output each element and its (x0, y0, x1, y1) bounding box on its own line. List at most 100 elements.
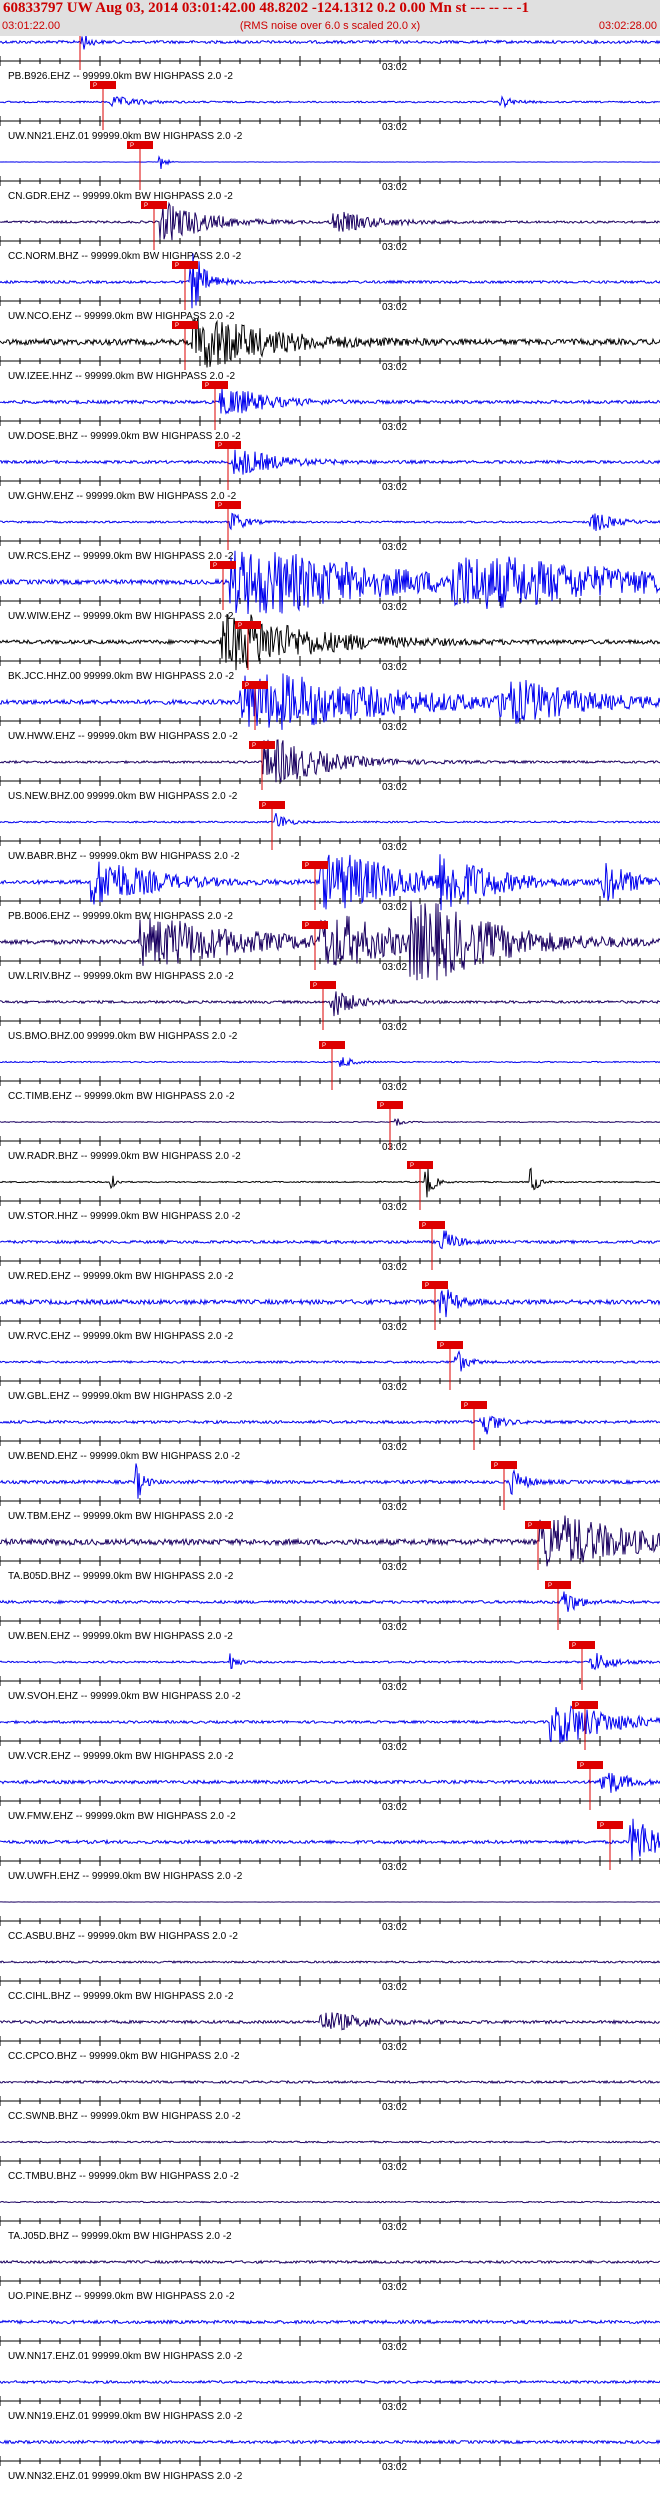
time-tick-label: 03:02 (382, 1982, 407, 1993)
trace: 03:02 CC.TMBU.BHZ -- 99999.0km BW HIGHPAS… (0, 2140, 660, 2182)
station-label: PB.B926.EHZ -- 99999.0km BW HIGHPASS 2.0… (8, 71, 233, 82)
time-tick-label: 03:02 (382, 1382, 407, 1393)
station-label: CC.TIMB.EHZ -- 99999.0km BW HIGHPASS 2.0… (8, 1091, 235, 1102)
trace: 03:02PPB.B926.EHZ -- 99999.0km BW HIGHPA… (0, 36, 660, 82)
trace: 03:02 P UW.TBM.EHZ -- 99999.0km BW HIGHPAS… (0, 1461, 660, 1522)
trace: 03:02 P UW.VCR.EHZ -- 99999.0km BW HIGHPAS… (0, 1701, 660, 1762)
station-label: UW.NN32.EHZ.01 99999.0km BW HIGHPASS 2.0… (8, 2471, 243, 2482)
station-label: US.NEW.BHZ.00 99999.0km BW HIGHPASS 2.0 … (8, 791, 238, 802)
pick-label: P (322, 1043, 326, 1049)
station-label: UW.HWW.EHZ -- 99999.0km BW HIGHPASS 2.0 … (8, 731, 238, 742)
trace: 03:02 UW.NN17.EHZ.01 99999.0km BW HIGHPAS… (0, 2319, 660, 2362)
station-label: US.BMO.BHZ.00 99999.0km BW HIGHPASS 2.0 … (8, 1031, 238, 1042)
time-tick-label: 03:02 (382, 602, 407, 613)
time-tick-label: 03:02 (382, 242, 407, 253)
station-label: UW.GHW.EHZ -- 99999.0km BW HIGHPASS 2.0 … (8, 491, 237, 502)
pick-label: P (380, 1103, 384, 1109)
pick-label: P (305, 923, 309, 929)
trace: 03:02 P UW.NCO.EHZ -- 99999.0km BW HIGHPAS… (0, 253, 660, 322)
time-tick-label: 03:02 (382, 1022, 407, 1033)
trace: 03:02 P UW.IZEE.HHZ -- 99999.0km BW HIGHPA… (0, 317, 660, 382)
pick-label: P (422, 1223, 426, 1229)
waveform (0, 1289, 660, 1318)
time-tick-label: 03:02 (382, 1922, 407, 1933)
station-label: UW.BEN.EHZ -- 99999.0km BW HIGHPASS 2.0 … (8, 1631, 233, 1642)
pick-label: P (218, 503, 222, 509)
station-label: CC.SWNB.BHZ -- 99999.0km BW HIGHPASS 2.0… (8, 2111, 241, 2122)
pick-label: P (464, 1403, 468, 1409)
pick-label: P (252, 743, 256, 749)
time-tick-label: 03:02 (382, 1682, 407, 1693)
seismogram-plot: 03:02 P PB.B926.EHZ -- 99999.0km BW HIGHPA… (0, 36, 660, 2482)
station-label: TA.B05D.BHZ -- 99999.0km BW HIGHPASS 2.0… (8, 1571, 234, 1582)
waveform (0, 1515, 660, 1567)
time-tick-label: 03:02 (382, 62, 407, 73)
station-label: UW.STOR.HHZ -- 99999.0km BW HIGHPASS 2.0… (8, 1211, 241, 1222)
time-tick-label: 03:02 (382, 962, 407, 973)
pick-label: P (205, 383, 209, 389)
waveform (0, 2319, 660, 2325)
station-label: UW.RADR.BHZ -- 99999.0km BW HIGHPASS 2.0… (8, 1151, 241, 1162)
pick-label: P (313, 983, 317, 989)
time-tick-label: 03:02 (382, 842, 407, 853)
trace: 03:02 CC.CPCO.BHZ -- 99999.0km BW HIGHPAS… (0, 2012, 660, 2062)
station-label: UW.FMW.EHZ -- 99999.0km BW HIGHPASS 2.0 … (8, 1811, 236, 1822)
trace: 03:02 P US.NEW.BHZ.00 99999.0km BW HIGHPAS… (0, 739, 660, 802)
waveform (0, 449, 660, 475)
time-tick-label: 03:02 (382, 2402, 407, 2413)
time-tick-label: 03:02 (382, 1322, 407, 1333)
station-label: UW.UWFH.EHZ -- 99999.0km BW HIGHPASS 2.0… (8, 1871, 243, 1882)
pick-label: P (494, 1463, 498, 1469)
trace: 03:02 P UW.RVC.EHZ -- 99999.0km BW HIGHPAS… (0, 1281, 660, 1342)
waveform (0, 95, 660, 109)
station-label: UW.LRIV.BHZ -- 99999.0km BW HIGHPASS 2.0… (8, 971, 234, 982)
station-label: BK.JCC.HHZ.00 99999.0km BW HIGHPASS 2.0 … (8, 671, 234, 682)
time-tick-label: 03:02 (382, 2222, 407, 2233)
station-label: UW.NCO.EHZ -- 99999.0km BW HIGHPASS 2.0 … (8, 311, 235, 322)
waveform (0, 1653, 660, 1671)
time-tick-label: 03:02 (382, 782, 407, 793)
pick-label: P (600, 1823, 604, 1829)
trace: 03:02 P BK.JCC.HHZ.00 99999.0km BW HIGHPAS… (0, 613, 660, 682)
time-tick-label: 03:02 (382, 902, 407, 913)
waveform (0, 2012, 660, 2031)
time-tick-label: 03:02 (382, 482, 407, 493)
time-tick-label: 03:02 (382, 362, 407, 373)
event-title: 60833797 UW Aug 03, 2014 03:01:42.00 48.… (3, 0, 529, 16)
waveform (0, 991, 660, 1017)
trace: 03:02 P UW.SVOH.EHZ -- 99999.0km BW HIGHPA… (0, 1641, 660, 1702)
trace: 03:02 P UW.BABR.BHZ -- 99999.0km BW HIGHPA… (0, 801, 660, 862)
time-tick-label: 03:02 (382, 1142, 407, 1153)
time-tick-label: 03:02 (382, 662, 407, 673)
waveform (0, 1705, 660, 1743)
time-tick-label: 03:02 (382, 182, 407, 193)
trace: 03:02 P UW.RCS.EHZ -- 99999.0km BW HIGHPAS… (0, 501, 660, 562)
trace: 03:02 P UW.GBL.EHZ -- 99999.0km BW HIGHPAS… (0, 1341, 660, 1402)
time-tick-label: 03:02 (382, 1442, 407, 1453)
scaling-note: (RMS noise over 6.0 s scaled 20.0 x) (239, 20, 421, 32)
time-tick-label: 03:02 (382, 422, 407, 433)
waveform (0, 512, 660, 532)
waveform (0, 1772, 660, 1793)
station-label: UW.RED.EHZ -- 99999.0km BW HIGHPASS 2.0 … (8, 1271, 234, 1282)
trace: 03:02 P UW.RADR.BHZ -- 99999.0km BW HIGHPA… (0, 1101, 660, 1162)
pick-label: P (262, 803, 266, 809)
trace: 03:02 P UW.NN21.EHZ.01 99999.0km BW HIGHPA… (0, 81, 660, 142)
station-label: UW.NN17.EHZ.01 99999.0km BW HIGHPASS 2.0… (8, 2351, 243, 2362)
time-tick-label: 03:02 (382, 2102, 407, 2113)
station-label: CC.NORM.BHZ -- 99999.0km BW HIGHPASS 2.0… (8, 251, 242, 262)
pick-label: P (410, 1163, 414, 1169)
trace: 03:02 CC.CIHL.BHZ -- 99999.0km BW HIGHPAS… (0, 1960, 660, 2002)
time-tick-label: 03:02 (382, 1862, 407, 1873)
trace: 03:02 UO.PINE.BHZ -- 99999.0km BW HIGHPAS… (0, 2259, 660, 2302)
trace: 03:02 CC.SWNB.BHZ -- 99999.0km BW HIGHPAS… (0, 2079, 660, 2122)
station-label: UW.NN19.EHZ.01 99999.0km BW HIGHPASS 2.0… (8, 2411, 243, 2422)
time-tick-label: 03:02 (382, 1742, 407, 1753)
pick-label: P (305, 863, 309, 869)
trace: 03:02 P UW.STOR.HHZ -- 99999.0km BW HIGHPA… (0, 1161, 660, 1222)
pick-label: P (575, 1703, 579, 1709)
waveform (0, 1230, 660, 1250)
trace: 03:02 P UW.BEN.EHZ -- 99999.0km BW HIGHPAS… (0, 1581, 660, 1642)
station-label: UW.WIW.EHZ -- 99999.0km BW HIGHPASS 2.0 … (8, 611, 234, 622)
trace: 03:02 P UW.DOSE.BHZ -- 99999.0km BW HIGHPA… (0, 381, 660, 442)
